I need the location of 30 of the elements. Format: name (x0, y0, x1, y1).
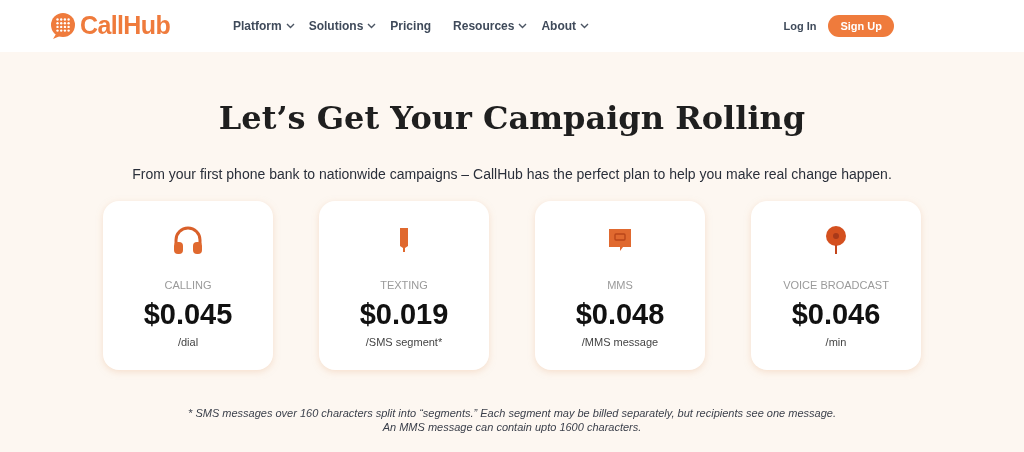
headphones-icon (172, 224, 204, 256)
plan-price: $0.048 (575, 296, 665, 332)
chevron-down-icon (518, 23, 528, 29)
plan-name: TEXTING (380, 278, 428, 293)
page-title: Let’s Get Your Campaign Rolling (218, 98, 806, 138)
nav-link[interactable]: Pricing (390, 17, 432, 35)
plan-price: $0.019 (359, 296, 449, 332)
megaphone-icon (825, 225, 847, 255)
chevron-down-icon (285, 23, 295, 29)
plan-name: CALLING (164, 278, 212, 293)
bar-icon (399, 226, 409, 254)
plan-price: $0.045 (143, 296, 233, 332)
plan-name: MMS (607, 278, 633, 293)
plan-name: VOICE BROADCAST (783, 278, 889, 293)
chevron-down-icon (580, 23, 590, 29)
plan-unit: /MMS message (581, 334, 659, 350)
plan-price: $0.046 (791, 296, 881, 332)
plan-unit: /dial (177, 334, 199, 350)
nav-link[interactable]: Resources (453, 17, 528, 35)
chevron-down-icon (367, 23, 377, 29)
nav-link[interactable]: Platform (233, 17, 295, 35)
plan-unit: /min (825, 334, 847, 350)
nav-link[interactable]: Solutions (308, 17, 377, 35)
subtitle: From your first phone bank to nationwide campaigns – CallHub has the perfect plan to help you make real change happen. (132, 165, 892, 184)
chat-bubble-icon (607, 227, 633, 253)
plan-unit: /SMS segment* (365, 334, 443, 350)
nav-link[interactable]: About (541, 17, 590, 35)
login-link[interactable]: Log In (779, 17, 821, 35)
footnote: * SMS messages over 160 characters split into “segments.” Each segment may be billed separately, but recipients see one message. An MMS message can contain upto 1600 characters. (187, 406, 837, 434)
logo-icon (50, 12, 76, 40)
